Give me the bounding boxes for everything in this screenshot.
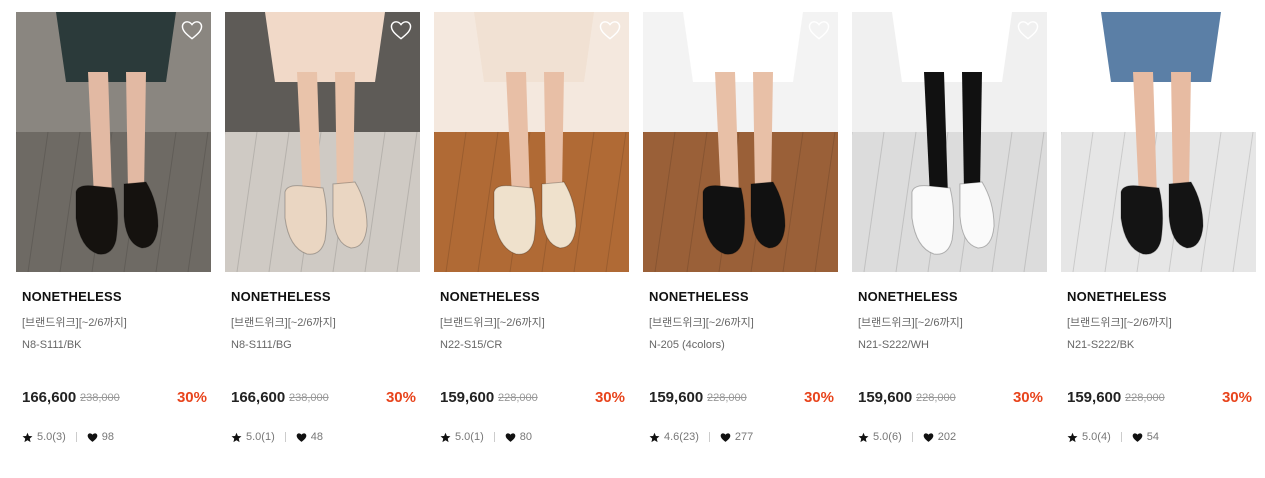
divider [75,432,77,442]
discount-rate: 30% [1221,389,1252,406]
discount-rate: 30% [385,389,416,406]
divider [284,432,286,442]
sale-price: 159,600 [440,389,495,406]
original-price: 238,000 [289,392,329,404]
product-image[interactable] [1061,12,1256,272]
promo-label: [브랜드위크][~2/6까지] [1067,317,1172,329]
wishlist-heart-icon[interactable] [181,20,203,40]
product-photo [1061,12,1256,272]
brand-name[interactable]: NONETHELESS [649,289,749,304]
product-stats: 4.6(23) 277 [649,430,753,444]
brand-name[interactable]: NONETHELESS [858,289,958,304]
product-code: N21-S222/BK [1067,339,1135,351]
star-icon [649,432,660,443]
product-code: N8-S111/BG [231,339,292,351]
rating-text: 5.0(1) [455,431,484,443]
heart-icon [505,432,516,443]
sale-price: 159,600 [858,389,913,406]
wishlist-heart-icon[interactable] [390,20,412,40]
original-price: 228,000 [916,392,956,404]
product-stats: 5.0(6) 202 [858,430,956,444]
discount-rate: 30% [176,389,207,406]
divider [1120,432,1122,442]
product-stats: 5.0(1) 80 [440,430,532,444]
product-image[interactable] [852,12,1047,272]
original-price: 238,000 [80,392,120,404]
brand-name[interactable]: NONETHELESS [1067,289,1167,304]
product-image[interactable] [643,12,838,272]
likes-count: 202 [937,431,957,443]
brand-name[interactable]: NONETHELESS [231,289,331,304]
heart-icon [720,432,731,443]
product-stats: 5.0(4) 54 [1067,430,1159,444]
product-image[interactable] [434,12,629,272]
product-image[interactable] [16,12,211,272]
wishlist-heart-icon[interactable] [1017,20,1039,40]
product-card[interactable]: NONETHELESS [브랜드위크][~2/6까지] N21-S222/BK … [1061,12,1256,472]
product-card[interactable]: NONETHELESS [브랜드위크][~2/6까지] N8-S111/BG 1… [225,12,420,472]
product-code: N21-S222/WH [858,339,929,351]
likes-count: 54 [1146,431,1159,443]
product-photo [434,12,629,272]
promo-label: [브랜드위크][~2/6까지] [231,317,336,329]
product-code: N22-S15/CR [440,339,503,351]
product-stats: 5.0(1) 48 [231,430,323,444]
sale-price: 166,600 [22,389,77,406]
sale-price: 166,600 [231,389,286,406]
rating-text: 5.0(4) [1082,431,1111,443]
wishlist-heart-icon[interactable] [1226,20,1248,40]
product-card[interactable]: NONETHELESS [브랜드위크][~2/6까지] N22-S15/CR 1… [434,12,629,472]
divider [708,432,710,442]
product-card[interactable]: NONETHELESS [브랜드위크][~2/6까지] N-205 (4colo… [643,12,838,472]
likes-count: 98 [101,431,114,443]
product-card[interactable]: NONETHELESS [브랜드위크][~2/6까지] N21-S222/WH … [852,12,1047,472]
product-card[interactable]: NONETHELESS [브랜드위크][~2/6까지] N8-S111/BK 1… [16,12,211,472]
sale-price: 159,600 [649,389,704,406]
product-photo [852,12,1047,272]
product-photo [225,12,420,272]
star-icon [858,432,869,443]
likes-count: 277 [734,431,754,443]
heart-icon [923,432,934,443]
heart-icon [296,432,307,443]
divider [493,432,495,442]
likes-count: 48 [310,431,323,443]
star-icon [22,432,33,443]
original-price: 228,000 [498,392,538,404]
product-grid: NONETHELESS [브랜드위크][~2/6까지] N8-S111/BK 1… [16,12,1256,472]
sale-price: 159,600 [1067,389,1122,406]
product-image[interactable] [225,12,420,272]
original-price: 228,000 [707,392,747,404]
product-code: N8-S111/BK [22,339,82,351]
rating-text: 5.0(1) [246,431,275,443]
promo-label: [브랜드위크][~2/6까지] [649,317,754,329]
star-icon [1067,432,1078,443]
wishlist-heart-icon[interactable] [808,20,830,40]
promo-label: [브랜드위크][~2/6까지] [440,317,545,329]
discount-rate: 30% [594,389,625,406]
promo-label: [브랜드위크][~2/6까지] [858,317,963,329]
promo-label: [브랜드위크][~2/6까지] [22,317,127,329]
heart-icon [1132,432,1143,443]
star-icon [440,432,451,443]
heart-icon [87,432,98,443]
rating-text: 5.0(3) [37,431,66,443]
wishlist-heart-icon[interactable] [599,20,621,40]
product-stats: 5.0(3) 98 [22,430,114,444]
product-photo [16,12,211,272]
discount-rate: 30% [803,389,834,406]
rating-text: 4.6(23) [664,431,699,443]
product-photo [643,12,838,272]
divider [911,432,913,442]
brand-name[interactable]: NONETHELESS [22,289,122,304]
likes-count: 80 [519,431,532,443]
discount-rate: 30% [1012,389,1043,406]
original-price: 228,000 [1125,392,1165,404]
product-code: N-205 (4colors) [649,339,725,351]
brand-name[interactable]: NONETHELESS [440,289,540,304]
star-icon [231,432,242,443]
rating-text: 5.0(6) [873,431,902,443]
